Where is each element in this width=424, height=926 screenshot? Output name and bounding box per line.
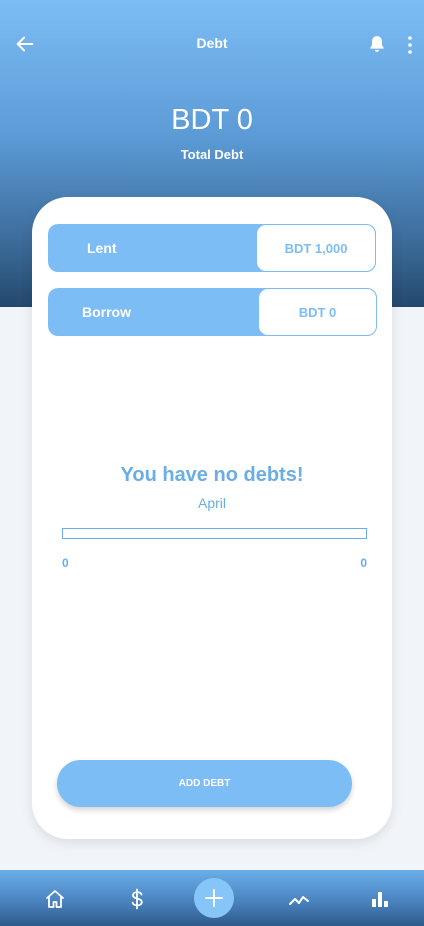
empty-state-message: You have no debts!: [120, 464, 304, 486]
bell-icon: [370, 36, 384, 52]
top-app-bar: Debt: [0, 0, 424, 86]
nav-stats[interactable]: [368, 887, 392, 911]
total-debt-label: Total Debt: [180, 147, 244, 162]
empty-state-month: April: [197, 495, 226, 511]
page-title: Debt: [196, 35, 228, 51]
bottom-navigation: [0, 870, 424, 926]
dollar-icon: [131, 888, 143, 910]
nav-money[interactable]: [125, 887, 149, 911]
debt-progress-bar: [62, 528, 367, 539]
borrow-value: BDT 0: [258, 288, 377, 336]
bar-chart-icon: [372, 892, 388, 907]
notifications-button[interactable]: [367, 33, 387, 55]
more-vertical-icon: [408, 36, 412, 54]
plus-icon: [205, 889, 223, 907]
add-debt-button[interactable]: ADD DEBT: [57, 760, 352, 807]
lent-label: Lent: [87, 240, 117, 256]
debt-card: Lent BDT 1,000 Borrow BDT 0 You have no …: [32, 197, 392, 839]
progress-end-value: 0: [360, 556, 367, 570]
nav-home[interactable]: [43, 887, 67, 911]
more-options-button[interactable]: [405, 35, 415, 55]
home-icon: [46, 890, 64, 908]
lent-value: BDT 1,000: [256, 224, 376, 272]
progress-start-value: 0: [62, 556, 69, 570]
nav-trends[interactable]: [287, 887, 311, 911]
borrow-label: Borrow: [82, 304, 131, 320]
trend-line-icon: [289, 896, 309, 905]
lent-row[interactable]: Lent BDT 1,000: [48, 224, 376, 272]
nav-add-button[interactable]: [194, 878, 234, 918]
total-debt-amount: BDT 0: [171, 104, 253, 136]
borrow-row[interactable]: Borrow BDT 0: [48, 288, 377, 336]
